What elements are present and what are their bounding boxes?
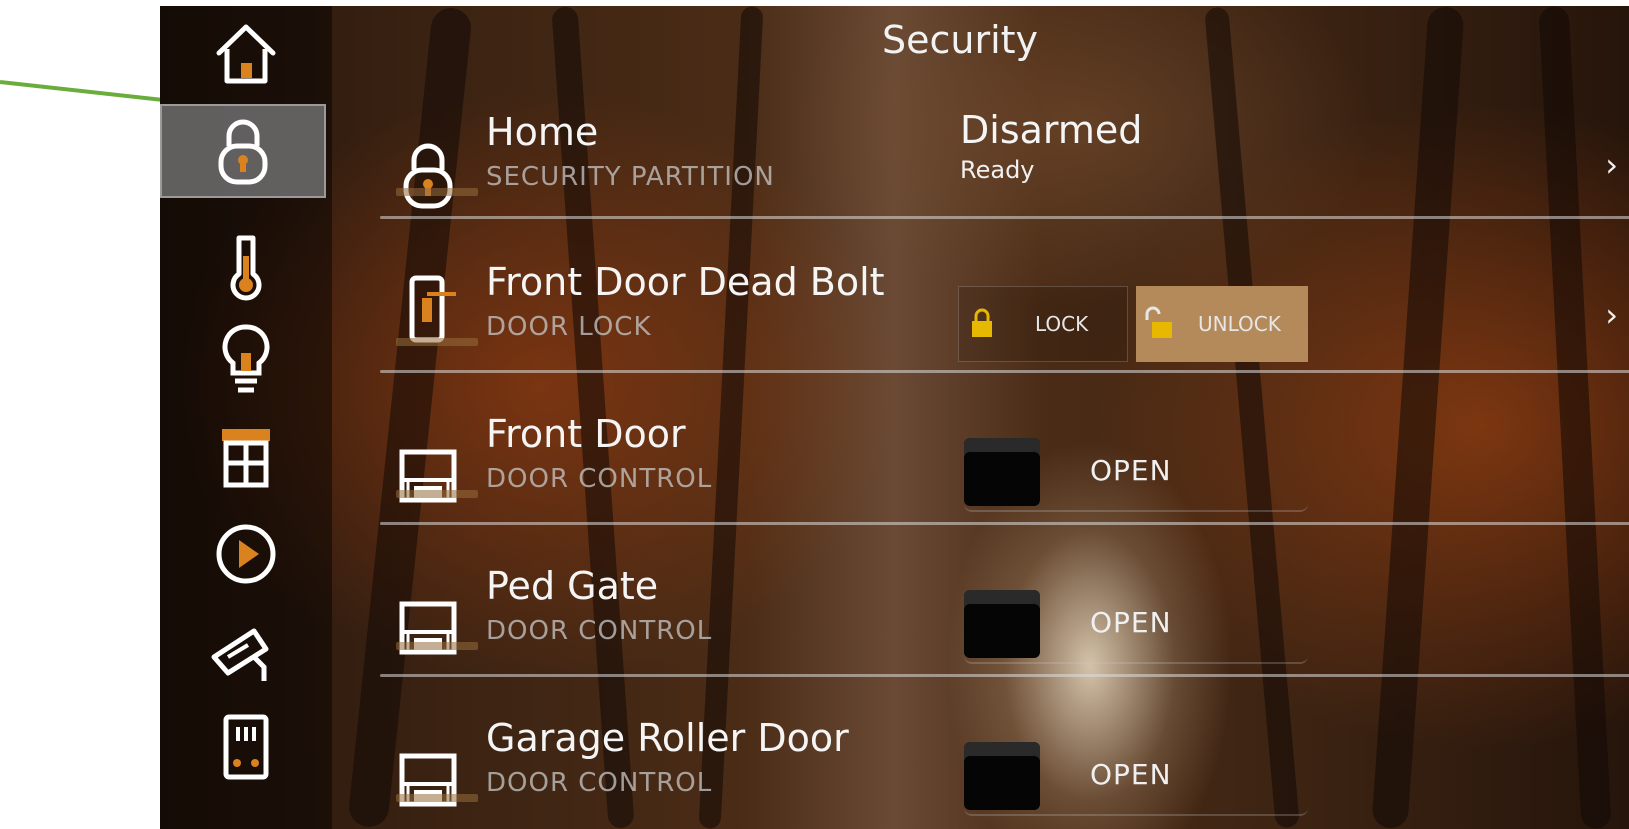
padlock-open-icon bbox=[1145, 306, 1172, 338]
row-accent-bar bbox=[396, 794, 478, 802]
sidebar-item-shades[interactable] bbox=[160, 410, 332, 506]
sidebar-item-intercom[interactable] bbox=[160, 700, 332, 796]
open-button[interactable]: OPEN bbox=[1090, 758, 1172, 791]
door-lock-row[interactable]: Front Door Dead Bolt DOOR LOCK LOCK UNLO… bbox=[388, 260, 1618, 410]
row-accent-bar bbox=[396, 188, 478, 196]
row-name: Home bbox=[486, 110, 599, 154]
window-shade-icon bbox=[222, 429, 270, 488]
security-status: Ready bbox=[960, 156, 1035, 184]
row-divider bbox=[380, 216, 1629, 219]
lightbulb-icon bbox=[222, 324, 270, 393]
row-name: Front Door Dead Bolt bbox=[486, 260, 885, 304]
sidebar-item-lighting[interactable] bbox=[160, 312, 332, 408]
garage-door-icon bbox=[399, 753, 457, 807]
home-icon bbox=[216, 24, 276, 84]
door-control-row[interactable]: Ped Gate DOOR CONTROL OPEN bbox=[388, 564, 1618, 714]
row-subtitle: DOOR CONTROL bbox=[486, 768, 713, 798]
page-title: Security bbox=[881, 18, 1039, 62]
row-name: Ped Gate bbox=[486, 564, 659, 608]
row-subtitle: DOOR LOCK bbox=[486, 312, 652, 342]
sidebar-item-security[interactable] bbox=[160, 104, 326, 198]
padlock-closed-icon bbox=[972, 308, 992, 337]
security-partition-row[interactable]: Home SECURITY PARTITION Disarmed Ready › bbox=[388, 108, 1618, 260]
open-button[interactable]: OPEN bbox=[1090, 454, 1172, 487]
garage-door-icon bbox=[399, 601, 457, 655]
door-toggle[interactable] bbox=[964, 438, 1040, 506]
row-accent-bar bbox=[396, 338, 478, 346]
padlock-icon bbox=[403, 143, 453, 209]
row-subtitle: SECURITY PARTITION bbox=[486, 162, 775, 192]
garage-door-icon bbox=[399, 449, 457, 503]
row-accent-bar bbox=[396, 642, 478, 650]
row-name: Garage Roller Door bbox=[486, 716, 849, 760]
chevron-right-icon[interactable]: › bbox=[1605, 296, 1618, 334]
intercom-icon bbox=[223, 714, 269, 780]
unlock-label: UNLOCK bbox=[1198, 312, 1281, 336]
touch-panel-screen: Security Home SECURITY PARTITION Disarme… bbox=[160, 6, 1629, 829]
play-icon bbox=[216, 524, 276, 584]
security-camera-icon bbox=[211, 628, 269, 681]
sidebar bbox=[160, 6, 332, 829]
sidebar-item-media[interactable] bbox=[160, 506, 332, 602]
row-accent-bar bbox=[396, 490, 478, 498]
padlock-icon bbox=[218, 119, 268, 185]
row-subtitle: DOOR CONTROL bbox=[486, 464, 713, 494]
unlock-button[interactable]: UNLOCK bbox=[1136, 286, 1308, 362]
row-name: Front Door bbox=[486, 412, 686, 456]
open-button[interactable]: OPEN bbox=[1090, 606, 1172, 639]
sidebar-item-cameras[interactable] bbox=[160, 604, 332, 700]
security-state: Disarmed bbox=[960, 108, 1143, 152]
door-toggle[interactable] bbox=[964, 590, 1040, 658]
door-control-row[interactable]: Garage Roller Door DOOR CONTROL OPEN bbox=[388, 716, 1618, 829]
lock-button[interactable]: LOCK bbox=[958, 286, 1128, 362]
row-divider bbox=[380, 522, 1629, 525]
door-toggle[interactable] bbox=[964, 742, 1040, 810]
thermometer-icon bbox=[230, 235, 262, 301]
sidebar-item-climate[interactable] bbox=[160, 218, 332, 314]
chevron-right-icon[interactable]: › bbox=[1605, 146, 1618, 184]
door-control-row[interactable]: Front Door DOOR CONTROL OPEN bbox=[388, 412, 1618, 562]
sidebar-item-home[interactable] bbox=[160, 6, 332, 102]
row-divider bbox=[380, 674, 1629, 677]
row-divider bbox=[380, 370, 1629, 373]
lock-label: LOCK bbox=[1035, 312, 1089, 336]
row-subtitle: DOOR CONTROL bbox=[486, 616, 713, 646]
door-lock-icon bbox=[409, 275, 456, 343]
